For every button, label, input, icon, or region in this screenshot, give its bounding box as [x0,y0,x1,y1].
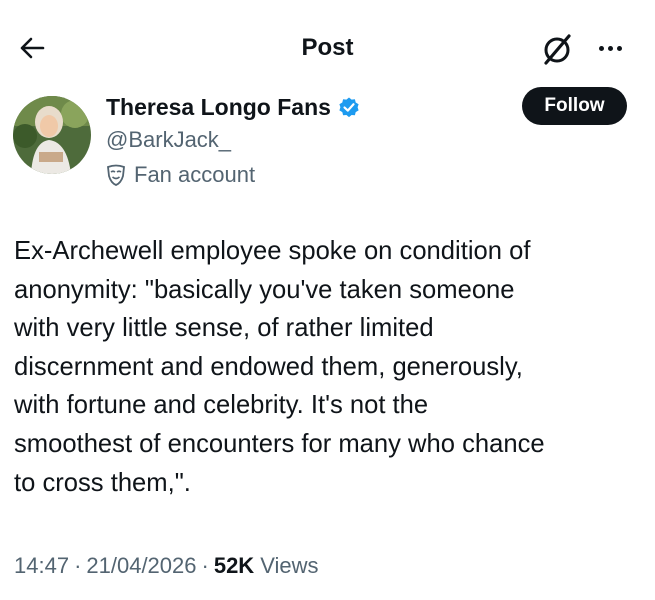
meta-separator: · [74,553,82,578]
more-options-icon [598,45,622,51]
grok-button[interactable] [538,29,578,69]
more-options-button[interactable] [590,33,630,63]
fan-mask-icon [107,164,125,186]
fan-account-text: Fan account [134,162,256,187]
tweet-meta: 14:47 · 21/04/2026 · 52K Views [14,553,318,579]
tweet-time[interactable]: 14:47 [14,553,69,579]
follow-button[interactable]: Follow [522,87,627,125]
meta-separator: · [201,553,209,578]
avatar-image [13,96,91,174]
tweet-date[interactable]: 21/04/2026 [86,553,196,579]
views-label[interactable]: Views [260,553,318,579]
author-handle[interactable]: @BarkJack_ [106,127,231,153]
author-name-row: Theresa Longo Fans [106,94,361,121]
views-count[interactable]: 52K [214,553,254,579]
top-bar: Post [0,0,655,90]
verified-badge-icon [339,97,359,117]
avatar[interactable] [13,96,91,174]
author-display-name[interactable]: Theresa Longo Fans [106,94,331,121]
grok-icon [544,34,571,65]
tweet-text: Ex-Archewell employee spoke on condition… [14,237,545,497]
fan-account-label: Fan account [106,162,255,188]
